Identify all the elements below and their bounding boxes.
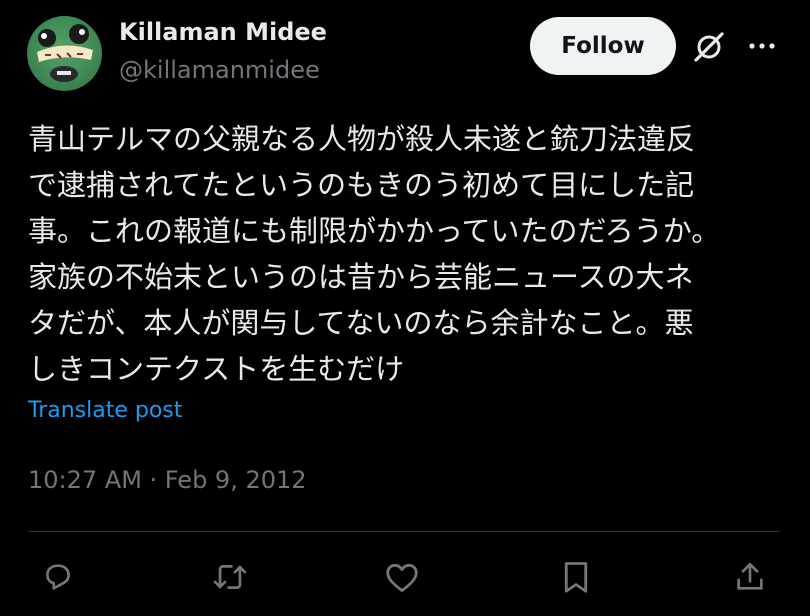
post-text-line: 事。これの報道にも制限がかかっていたのだろうか。 <box>28 214 721 248</box>
avatar-artwork-icon <box>37 24 93 82</box>
grok-icon[interactable] <box>692 29 726 63</box>
post-text-line: タだが、本人が関与してないのなら余計なこと。悪 <box>28 306 694 340</box>
post-text: 青山テルマの父親なる人物が殺人未遂と銃刀法違反 で逮捕されてたというのもきのう初… <box>28 116 788 392</box>
translate-post-link[interactable]: Translate post <box>28 398 182 423</box>
like-icon[interactable] <box>380 555 424 599</box>
post-timestamp[interactable]: 10:27 AM · Feb 9, 2012 <box>28 466 307 494</box>
post-text-line: で逮捕されてたというのもきのう初めて目にした記 <box>28 168 695 202</box>
post-text-line: しきコンテクストを生むだけ <box>28 352 405 386</box>
post-text-line: 家族の不始末というのは昔から芸能ニュースの大ネ <box>28 260 694 294</box>
action-bar <box>0 555 810 599</box>
avatar[interactable] <box>27 16 102 91</box>
reply-icon[interactable] <box>36 555 80 599</box>
more-dots-icon[interactable] <box>745 31 779 61</box>
follow-button[interactable]: Follow <box>530 17 676 75</box>
bookmark-icon[interactable] <box>554 555 598 599</box>
share-icon[interactable] <box>728 555 772 599</box>
display-name[interactable]: Killaman Midee <box>119 18 327 46</box>
post-text-line: 青山テルマの父親なる人物が殺人未遂と銃刀法違反 <box>28 122 696 156</box>
post-header: Killaman Midee @killamanmidee Follow <box>27 14 787 94</box>
divider <box>28 531 780 532</box>
user-handle[interactable]: @killamanmidee <box>119 56 320 84</box>
repost-icon[interactable] <box>208 555 252 599</box>
